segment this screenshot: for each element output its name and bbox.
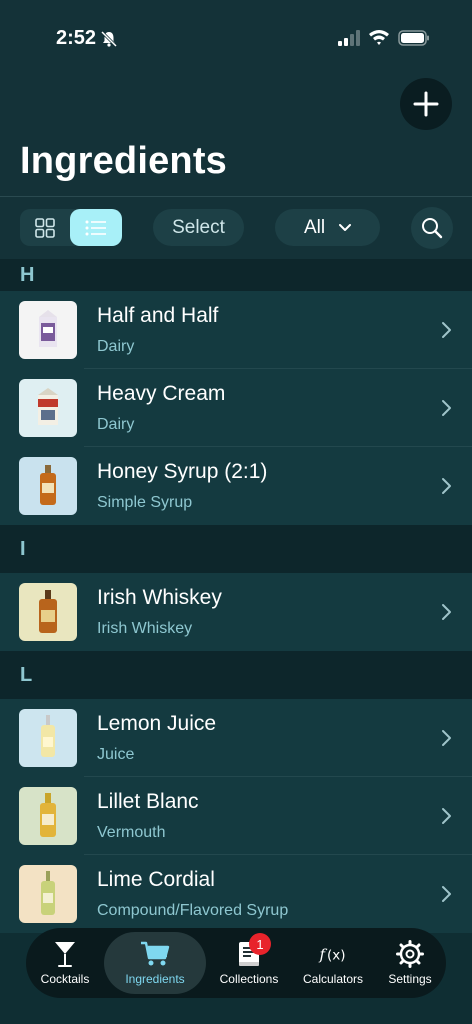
list-item-half-and-half[interactable]: Half and Half Dairy [0, 291, 472, 369]
grid-view-button[interactable] [20, 209, 70, 246]
signal-icon [338, 30, 360, 46]
heavy-cream-image [19, 379, 77, 437]
item-name: Honey Syrup (2:1) [97, 460, 268, 483]
function-icon: f (x) [318, 940, 348, 968]
tab-ingredients[interactable]: Ingredients [104, 932, 206, 994]
chevron-right-icon [442, 322, 451, 338]
list-icon [85, 220, 106, 235]
item-category: Compound/Flavored Syrup [97, 902, 289, 919]
item-name: Lemon Juice [97, 712, 217, 735]
svg-text:f: f [319, 945, 328, 963]
select-button[interactable]: Select [153, 209, 244, 246]
tab-label: Ingredients [125, 972, 185, 986]
search-icon [422, 218, 443, 239]
filter-dropdown[interactable]: All [275, 209, 380, 246]
add-ingredient-button[interactable] [400, 78, 452, 130]
notification-badge: 1 [249, 933, 271, 955]
status-time: 2:52 [56, 27, 97, 49]
chevron-right-icon [442, 604, 451, 620]
half-and-half-image [19, 301, 77, 359]
plus-icon [413, 91, 439, 117]
tab-settings[interactable]: Settings [374, 932, 446, 994]
filter-label: All [303, 216, 326, 238]
item-category: Irish Whiskey [97, 620, 193, 637]
item-category: Dairy [97, 338, 135, 355]
tab-calculators[interactable]: f (x) Calculators [292, 932, 374, 994]
page-title: Ingredients [20, 140, 228, 182]
search-button[interactable] [411, 207, 453, 249]
list-item-irish-whiskey[interactable]: Irish Whiskey Irish Whiskey [0, 573, 472, 651]
tab-collections[interactable]: Collections 1 [206, 932, 292, 994]
item-name: Irish Whiskey [97, 586, 222, 609]
chevron-right-icon [442, 730, 451, 746]
battery-icon [398, 30, 429, 46]
honey-syrup-image [19, 457, 77, 515]
tab-label: Calculators [302, 972, 364, 986]
tab-bar: Cocktails Ingredients Collections 1 f (x… [26, 928, 446, 998]
list-item-lemon-juice[interactable]: Lemon Juice Juice [0, 699, 472, 777]
item-name: Heavy Cream [97, 382, 226, 405]
chevron-down-icon [339, 223, 352, 231]
item-name: Lillet Blanc [97, 790, 199, 813]
tab-label: Settings [388, 972, 432, 986]
chevron-right-icon [442, 478, 451, 494]
list-item-honey-syrup[interactable]: Honey Syrup (2:1) Simple Syrup [0, 447, 472, 525]
item-category: Simple Syrup [97, 494, 193, 511]
item-name: Half and Half [97, 304, 219, 327]
lillet-blanc-image [19, 787, 77, 845]
wifi-icon [369, 30, 389, 45]
gear-icon [395, 940, 425, 968]
tab-label: Collections [219, 972, 279, 986]
item-name: Lime Cordial [97, 868, 215, 891]
chevron-right-icon [442, 400, 451, 416]
item-category: Dairy [97, 416, 135, 433]
list-item-lime-cordial[interactable]: Lime Cordial Compound/Flavored Syrup [0, 855, 472, 933]
list-view-button[interactable] [70, 209, 122, 246]
home-indicator-area [0, 998, 472, 1024]
chevron-right-icon [442, 886, 451, 902]
status-bar: 2:52 [0, 0, 472, 78]
lime-cordial-image [19, 865, 77, 923]
grid-icon [35, 217, 55, 238]
svg-text:(x): (x) [327, 947, 346, 963]
irish-whiskey-image [19, 583, 77, 641]
cart-icon [140, 940, 170, 968]
view-toggle [20, 209, 122, 246]
section-header-i: I [0, 525, 472, 573]
item-category: Vermouth [97, 824, 166, 841]
ingredient-list: H Half and Half Dairy Heavy Cream Dairy [0, 259, 472, 933]
tab-cocktails[interactable]: Cocktails [26, 932, 104, 994]
item-category: Juice [97, 746, 135, 763]
cocktail-glass-icon [50, 940, 80, 968]
bell-slash-icon [100, 30, 118, 48]
list-item-lillet-blanc[interactable]: Lillet Blanc Vermouth [0, 777, 472, 855]
lemon-juice-image [19, 709, 77, 767]
section-header-h: H [0, 259, 472, 291]
list-item-heavy-cream[interactable]: Heavy Cream Dairy [0, 369, 472, 447]
section-header-l: L [0, 651, 472, 699]
tab-label: Cocktails [40, 972, 90, 986]
chevron-right-icon [442, 808, 451, 824]
